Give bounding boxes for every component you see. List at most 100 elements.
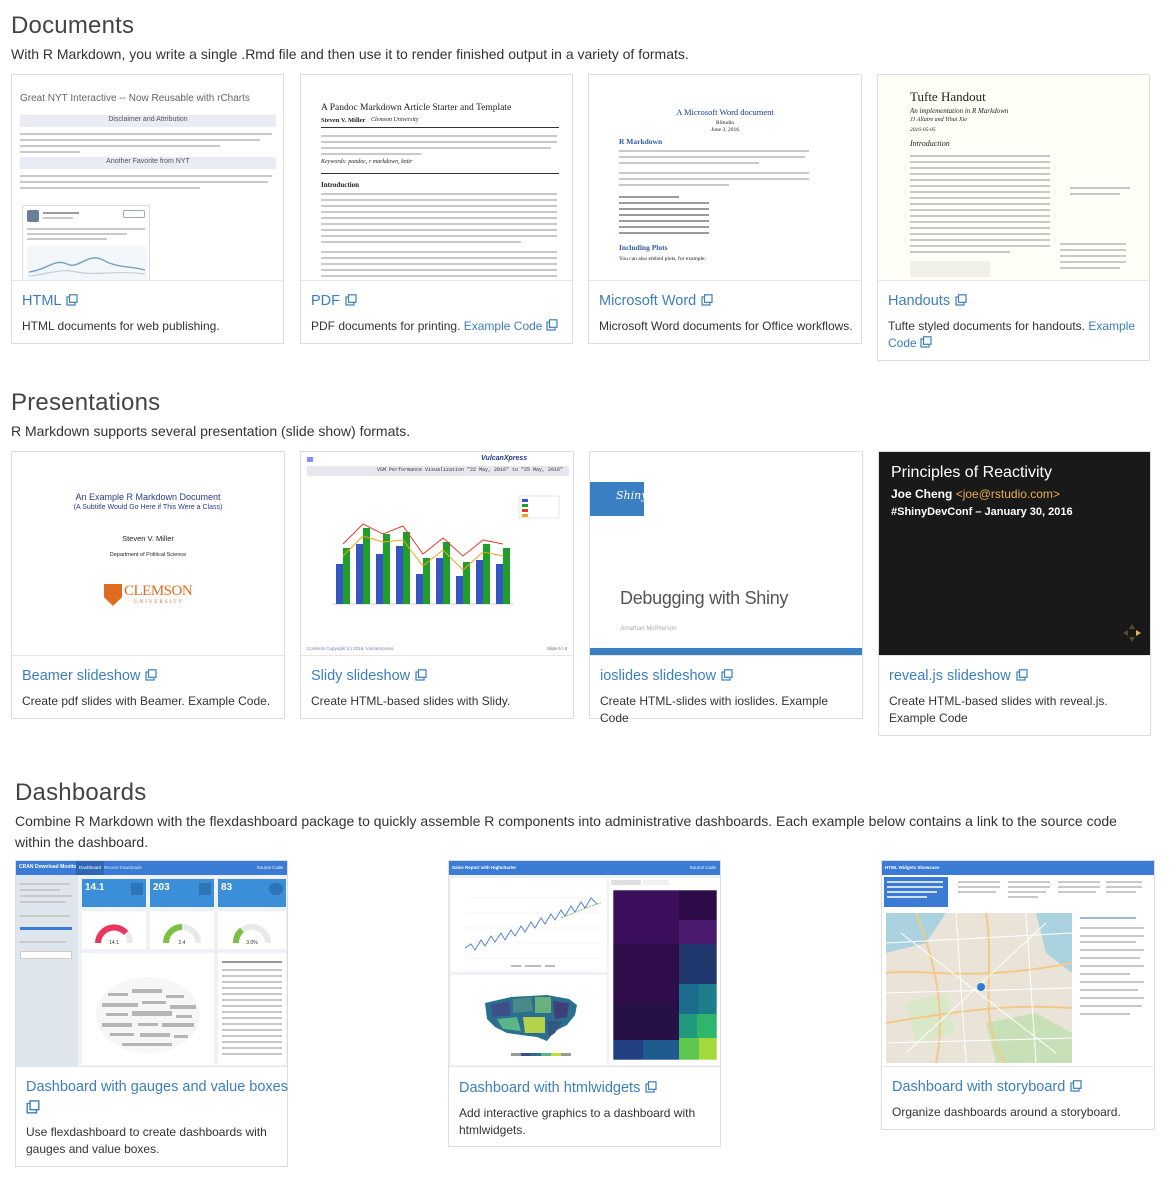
card-beamer[interactable]: An Example R Markdown Document (A Subtit… [11,451,285,719]
thumbnail-dashboard-storyboard[interactable]: HTML Widgets Showcase [882,861,1154,1067]
card-dashboard-htmlwidgets[interactable]: Sales Report with Highcharter Source Cod… [448,860,721,1147]
card-title-text[interactable]: Dashboard with storyboard [892,1079,1065,1095]
thumbnail-dashboard-htmlwidgets[interactable]: Sales Report with Highcharter Source Cod… [449,861,720,1067]
external-link-icon[interactable] [920,336,932,348]
card-title-link[interactable]: Slidy slideshow [311,668,427,684]
section-description: R Markdown supports several presentation… [11,423,411,439]
section-description: Combine R Markdown with the flexdashboar… [15,813,1117,850]
card-handouts[interactable]: Tufte Handout An implementation in R Mar… [877,74,1150,361]
thumb-department: Department of Political Science [109,552,187,558]
card-description: PDF documents for printing. Example Code [311,318,564,335]
thumb-header-bar: VSM Performance Visualization "22 May, 2… [307,466,569,476]
card-title-link[interactable]: HTML [22,293,79,309]
thumbnail-html[interactable]: Great NYT Interactive -- Now Reusable wi… [12,75,283,281]
thumb-map-panel [451,975,607,1065]
external-link-icon[interactable] [645,1081,657,1093]
external-link-icon[interactable] [145,669,158,681]
external-link-icon[interactable] [1016,669,1028,681]
thumb-brand: HTML Widgets Showcase [885,865,940,870]
card-title-link[interactable]: reveal.js slideshow [889,668,1028,684]
section-title: Documents [11,12,135,39]
thumb-gauge-value: 14.1 [109,940,119,946]
thumbnail-pdf[interactable]: A Pandoc Markdown Article Starter and Te… [301,75,572,281]
card-title-link[interactable]: Microsoft Word [599,293,713,309]
thumb-line-chart [27,246,147,280]
card-description: Create pdf slides with Beamer. Example C… [22,694,271,708]
thumb-subheading: Another Favorite from NYT [106,158,190,165]
card-title-text[interactable]: Slidy slideshow [311,668,410,684]
card-title-link[interactable]: ioslides slideshow [600,668,733,684]
thumb-title: Tufte Handout [910,89,986,104]
card-description: HTML documents for web publishing. [22,319,220,333]
thumb-story-frames [952,877,1148,907]
external-link-icon[interactable] [345,294,357,306]
thumb-line-panel [451,878,607,972]
thumb-subheader-bar: Another Favorite from NYT [20,157,276,169]
card-title-link[interactable]: Dashboard with gauges and value boxes [26,1079,288,1095]
thumb-section-heading: Introduction [910,139,950,148]
external-link-icon[interactable] [415,669,427,681]
card-title-link[interactable]: Handouts [888,293,967,309]
thumb-author: Steven V. Miller [321,117,366,124]
slidy-bar [343,548,350,604]
slidy-bar [456,576,463,604]
thumb-author-line: Joe Cheng <joe@rstudio.com> [891,487,1060,501]
external-link-icon[interactable] [701,294,713,306]
slidy-bar [383,534,390,604]
section-title: Dashboards [15,779,147,806]
slidy-bar [363,528,370,604]
external-link-icon[interactable] [66,294,79,306]
card-html[interactable]: Great NYT Interactive -- Now Reusable wi… [11,74,284,344]
card-title-text[interactable]: Microsoft Word [599,293,696,309]
thumbnail-handouts[interactable]: Tufte Handout An implementation in R Mar… [878,75,1149,281]
card-title-text[interactable]: reveal.js slideshow [889,668,1011,684]
thumb-text: You can also embed plots, for example: [619,256,706,262]
thumb-header-text: VSM Performance Visualization "22 May, 2… [376,467,563,473]
section-description: With R Markdown, you write a single .Rmd… [11,46,689,62]
card-title-text[interactable]: Beamer slideshow [22,668,140,684]
slide-nav-arrows-icon[interactable] [1120,621,1144,645]
thumb-date: June 3, 2016 [711,127,739,133]
card-ioslides[interactable]: Shiny Debugging with Shiny Jonathan McPh… [589,451,863,725]
card-word[interactable]: A Microsoft Word document RStudio June 3… [588,74,862,344]
thumbnail-ioslides[interactable]: Shiny Debugging with Shiny Jonathan McPh… [590,452,862,656]
external-link-icon[interactable] [955,294,967,306]
thumb-wordcloud-panel [82,953,214,1065]
external-link-icon[interactable] [26,1100,40,1114]
thumb-title: An Example R Markdown Document [75,492,221,502]
thumbnail-beamer[interactable]: An Example R Markdown Document (A Subtit… [12,452,284,656]
card-slidy[interactable]: VulcanXpress VSM Performance Visualizati… [300,451,574,719]
thumb-brand: CRAN Download Monitor [19,864,79,870]
thumb-affiliation: Clemson University [371,117,419,123]
card-title-text[interactable]: Handouts [888,293,950,309]
card-title-link[interactable]: Dashboard with htmlwidgets [459,1080,657,1096]
thumbnail-dashboard-gauges[interactable]: CRAN Download Monitor Dashboard Recent D… [16,861,287,1067]
card-title-text[interactable]: ioslides slideshow [600,668,716,684]
thumb-treemap-panel [609,878,720,1065]
example-code-link[interactable]: Example Code [464,319,558,333]
thumb-author: Steven V. Miller [122,534,174,543]
external-link-icon[interactable] [1070,1080,1082,1092]
thumb-email: <joe@rstudio.com> [955,487,1060,501]
thumbnail-slidy[interactable]: VulcanXpress VSM Performance Visualizati… [301,452,573,656]
thumbnail-revealjs[interactable]: Principles of Reactivity Joe Cheng <joe@… [879,452,1150,656]
thumb-heading: Great NYT Interactive -- Now Reusable wi… [20,93,250,104]
card-dashboard-gauges[interactable]: CRAN Download Monitor Dashboard Recent D… [15,860,288,1167]
external-link-icon[interactable] [721,669,733,681]
card-title-text[interactable]: HTML [22,293,61,309]
thumbnail-word[interactable]: A Microsoft Word document RStudio June 3… [589,75,861,281]
card-pdf[interactable]: A Pandoc Markdown Article Starter and Te… [300,74,573,344]
card-revealjs[interactable]: Principles of Reactivity Joe Cheng <joe@… [878,451,1151,736]
card-description-text: Tufte styled documents for handouts. [888,319,1085,333]
clemson-logo-icon [104,584,122,606]
external-link-icon[interactable] [546,319,558,331]
card-title-link[interactable]: PDF [311,293,357,309]
card-title-link[interactable]: Dashboard with storyboard [892,1079,1082,1095]
card-title-text[interactable]: PDF [311,293,340,309]
card-title-text[interactable]: Dashboard with gauges and value boxes [26,1079,288,1095]
card-description: Microsoft Word documents for Office work… [599,319,853,333]
slidy-bar [376,554,383,604]
card-title-text[interactable]: Dashboard with htmlwidgets [459,1080,640,1096]
card-title-link[interactable]: Beamer slideshow [22,668,158,684]
card-dashboard-storyboard[interactable]: HTML Widgets Showcase Dashboard with sto… [881,860,1155,1130]
